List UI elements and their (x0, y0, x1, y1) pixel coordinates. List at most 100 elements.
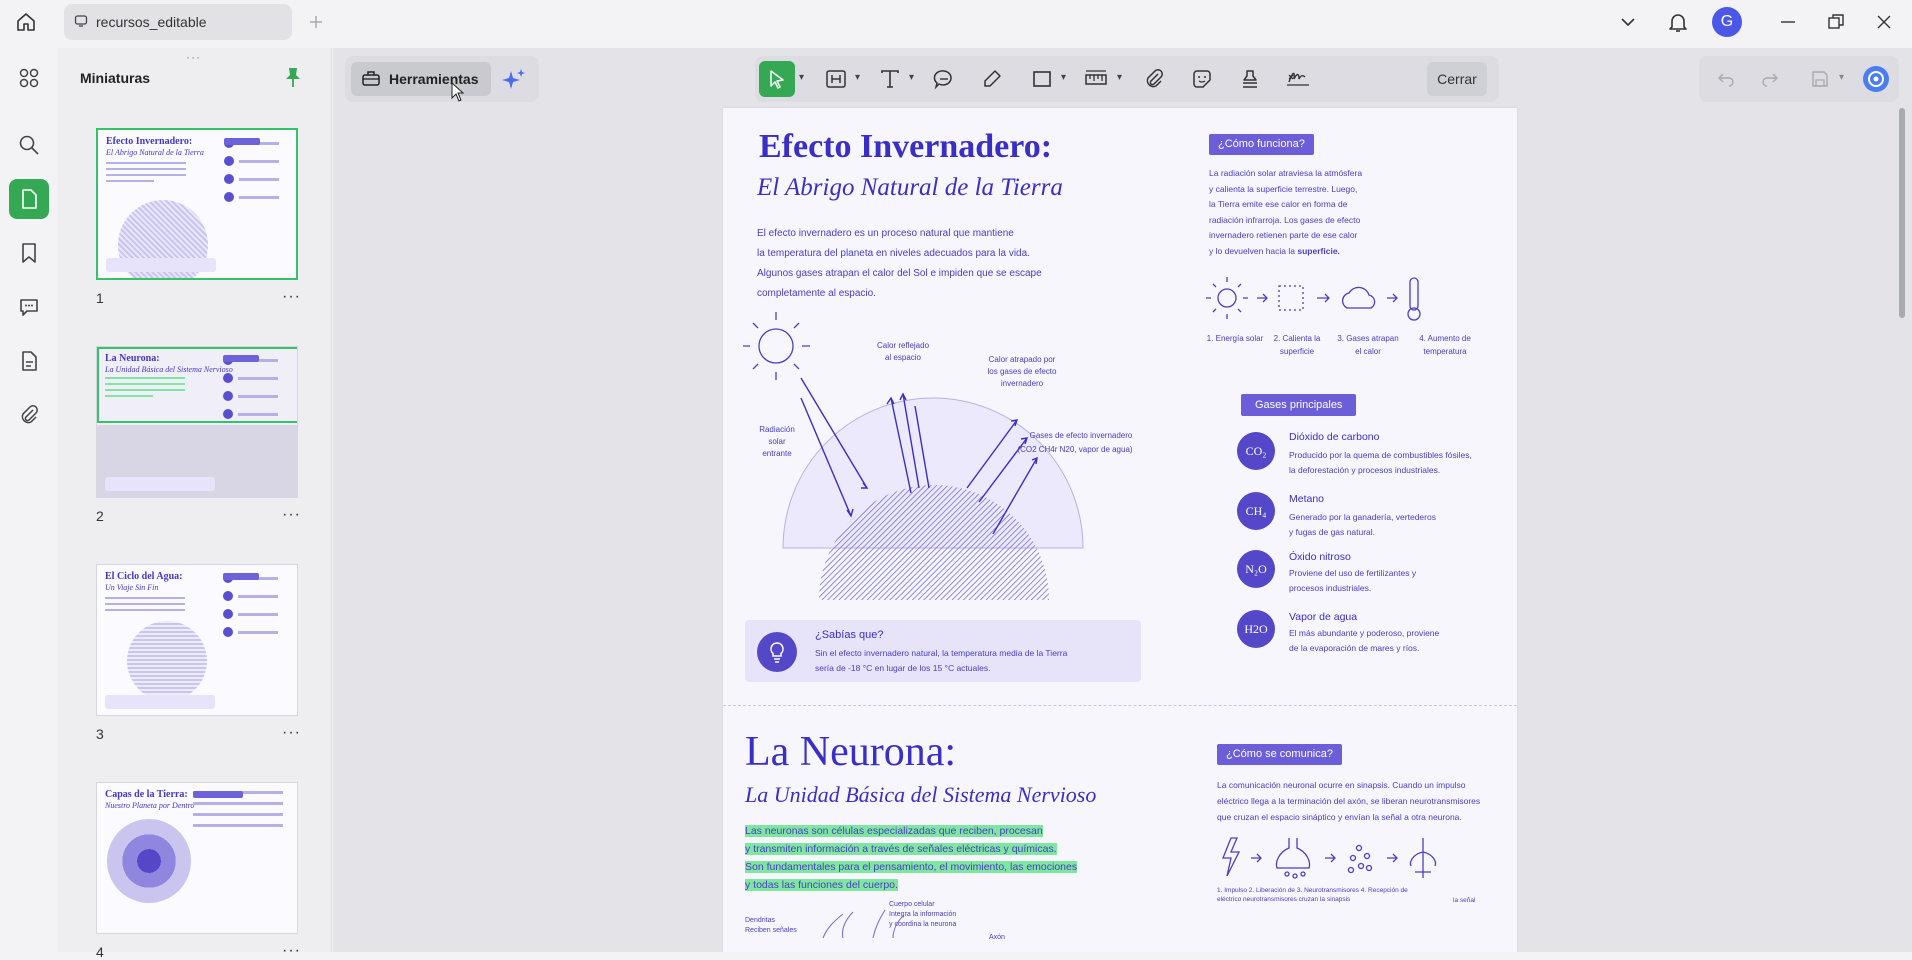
thumb-page-number: 3 (96, 726, 104, 742)
thumb-more-button[interactable]: ··· (282, 288, 301, 306)
communication-chip: ¿Cómo se comunica? (1217, 744, 1342, 765)
page-subtitle: La Unidad Básica del Sistema Nervioso (745, 782, 1097, 807)
cloud-doc-icon (74, 14, 88, 31)
ch4-icon: CH₄ (1237, 492, 1275, 530)
thumbnails-icon[interactable] (9, 179, 49, 219)
forms-icon[interactable] (9, 341, 49, 381)
thumb-subtitle: El Abrigo Natural de la Tierra (106, 148, 204, 157)
synapse-steps-diagram (1222, 837, 1437, 879)
comments-icon[interactable] (9, 287, 49, 327)
page-thumbnail[interactable]: Efecto Invernadero: El Abrigo Natural de… (96, 128, 298, 280)
chevron-down-icon[interactable]: ▾ (1839, 72, 1844, 83)
save-icon[interactable] (1805, 64, 1835, 94)
thumb-page-number: 2 (96, 508, 104, 524)
measure-tool-icon[interactable] (1081, 64, 1111, 94)
shape-tool-icon[interactable] (1027, 64, 1057, 94)
page-thumbnail[interactable]: Capas de la Tierra: Nuestro Planeta por … (96, 782, 298, 934)
chevron-down-icon[interactable]: ▾ (909, 72, 914, 83)
bookmark-icon[interactable] (9, 233, 49, 273)
page-title: La Neurona: (745, 729, 957, 775)
thumb-subtitle: Nuestro Planeta por Dentro (105, 801, 195, 810)
thumb-title: La Neurona: (105, 353, 160, 364)
left-rail (0, 48, 58, 952)
select-cursor-icon[interactable] (759, 61, 795, 97)
trapped-heat-label: Calor atrapado por los gases de efecto i… (987, 355, 1057, 388)
thumb-more-button[interactable]: ··· (282, 724, 301, 742)
chevron-down-icon[interactable]: ▾ (1061, 72, 1066, 83)
undo-icon[interactable] (1711, 64, 1741, 94)
ai-assistant-icon[interactable] (1861, 64, 1891, 94)
attach-tool-icon[interactable] (1139, 64, 1169, 94)
chevron-down-icon[interactable] (1616, 12, 1640, 32)
page-title: Efecto Invernadero: (759, 128, 1053, 165)
thumb-page-number: 4 (96, 944, 104, 960)
pin-icon[interactable] (284, 66, 302, 93)
avatar[interactable]: G (1712, 7, 1742, 37)
search-icon[interactable] (9, 125, 49, 165)
thumb-more-button[interactable]: ··· (282, 506, 301, 524)
dendrites-label: Dendritas Reciben señales (745, 917, 797, 934)
step-caption: 4. Aumento de temperatura (1419, 334, 1471, 356)
page-thumbnail[interactable]: La Neurona: La Unidad Básica del Sistema… (96, 346, 298, 498)
gas-name: Vapor de agua (1289, 611, 1358, 623)
text-tool-icon[interactable] (875, 64, 905, 94)
fun-fact-box: ¿Sabías que? Sin el efecto invernadero n… (745, 620, 1141, 682)
annotation-toolbar: ▾ ▾ ▾ ▾ ▾ Cerrar (755, 56, 1499, 102)
greenhouse-gases-list: (CO2 CH4r N20, vapor de agua) (1017, 445, 1133, 454)
gas-description: Generado por la ganadería, vertederos y f… (1289, 512, 1436, 537)
chevron-down-icon[interactable]: ▾ (799, 72, 804, 83)
step-caption: 2. Calienta la superficie (1273, 334, 1321, 356)
n2o-icon: N₂O (1237, 550, 1275, 588)
h2o-icon: H2O (1237, 610, 1275, 648)
greenhouse-gases-label: Gases de efecto invernadero (1029, 431, 1133, 440)
thumb-title: El Ciclo del Agua: (105, 571, 183, 582)
chevron-down-icon[interactable]: ▾ (855, 72, 860, 83)
chevron-down-icon[interactable]: ▾ (1117, 72, 1122, 83)
tools-button[interactable]: Herramientas (351, 62, 491, 96)
ai-sparkle-icon[interactable] (501, 68, 527, 97)
synapse-steps-caption: 1. Impulso 2. Liberación de 3. Neurotran… (1217, 887, 1408, 903)
new-tab-icon[interactable] (306, 12, 326, 32)
stamp-tool-icon[interactable] (1235, 64, 1265, 94)
tools-toolbar: Herramientas (345, 56, 539, 102)
tab-title: recursos_editable (96, 14, 207, 30)
vertical-scrollbar[interactable] (1899, 108, 1905, 318)
process-steps-diagram (1206, 277, 1421, 321)
document-tab[interactable]: recursos_editable (64, 4, 292, 40)
apps-grid-icon[interactable] (9, 58, 49, 98)
page-subtitle: El Abrigo Natural de la Tierra (757, 174, 1063, 201)
home-icon[interactable] (14, 10, 38, 34)
thumb-more-button[interactable]: ··· (282, 942, 301, 960)
close-window-icon[interactable] (1872, 10, 1896, 34)
minimize-icon[interactable] (1776, 12, 1800, 32)
heading-tool-icon[interactable] (821, 64, 851, 94)
close-tools-button[interactable]: Cerrar (1427, 62, 1487, 96)
gas-name: Metano (1289, 493, 1325, 505)
fact-title: ¿Sabías que? (815, 629, 884, 641)
page-divider (723, 705, 1517, 706)
highlighter-tool-icon[interactable] (977, 64, 1007, 94)
document-canvas[interactable]: Herramientas ▾ ▾ ▾ ▾ ▾ Cerrar ▾ Efecto I… (333, 48, 1912, 952)
thumb-subtitle: Un Viaje Sin Fin (105, 583, 159, 592)
attachment-icon[interactable] (9, 395, 49, 435)
resize-grip[interactable]: ··· (186, 50, 201, 64)
sticker-tool-icon[interactable] (1187, 64, 1217, 94)
restore-icon[interactable] (1824, 10, 1848, 34)
how-it-works-chip: ¿Cómo funciona? (1209, 134, 1314, 155)
mouse-cursor (451, 82, 465, 102)
communication-text: La comunicación neuronal ocurre en sinap… (1217, 780, 1481, 822)
thumb-page-number: 1 (96, 290, 104, 306)
title-bar: recursos_editable G (0, 0, 1912, 44)
bell-icon[interactable] (1666, 10, 1690, 34)
fact-text: Sin el efecto invernadero natural, la te… (815, 648, 1068, 673)
signature-tool-icon[interactable] (1283, 64, 1313, 94)
gas-name: Óxido nitroso (1289, 551, 1351, 563)
page-thumbnail[interactable]: El Ciclo del Agua: Un Viaje Sin Fin (96, 564, 298, 716)
gas-description: Producido por la quema de combustibles f… (1289, 450, 1472, 475)
thumb-title: Capas de la Tierra: (105, 789, 188, 800)
co2-icon: CO₂ (1237, 432, 1275, 470)
toolbox-icon (361, 69, 381, 90)
redo-icon[interactable] (1755, 64, 1785, 94)
comment-tool-icon[interactable] (929, 64, 959, 94)
thumbnails-title: Miniaturas (80, 70, 151, 86)
